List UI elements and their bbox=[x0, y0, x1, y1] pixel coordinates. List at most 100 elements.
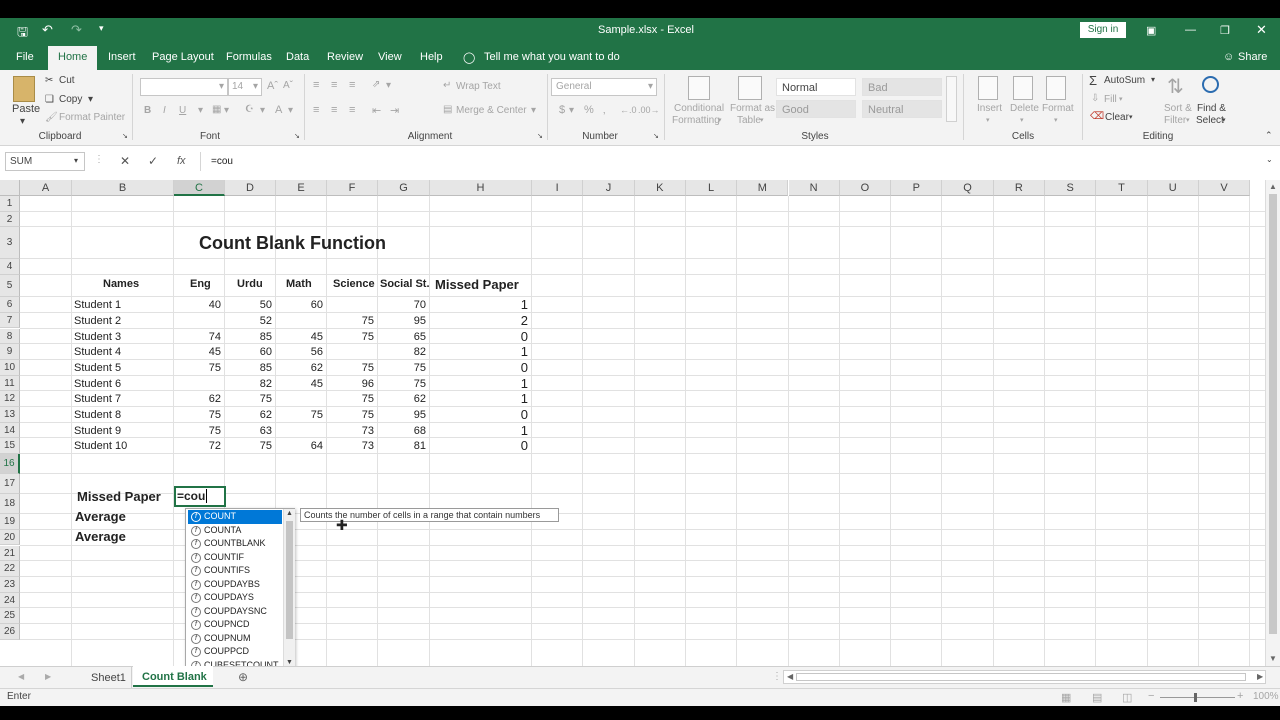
shrink-font-icon[interactable]: Aˇ bbox=[283, 80, 293, 91]
page-break-view-icon[interactable]: ◫ bbox=[1122, 691, 1132, 704]
autosum-icon[interactable]: Σ bbox=[1089, 73, 1097, 88]
row-header[interactable]: 8 bbox=[0, 328, 20, 345]
tab-formulas[interactable]: Formulas bbox=[226, 51, 272, 63]
format-cells-icon[interactable] bbox=[1046, 76, 1066, 100]
autocomplete-item[interactable]: f COUNTIF bbox=[188, 551, 282, 565]
underline-dropdown-icon[interactable]: ▾ bbox=[198, 105, 203, 116]
sort-dropdown-icon[interactable]: ▾ bbox=[1186, 116, 1190, 124]
column-header[interactable]: O bbox=[839, 180, 892, 196]
zoom-slider-thumb[interactable] bbox=[1194, 693, 1197, 702]
borders-dropdown-icon[interactable]: ▾ bbox=[224, 105, 229, 116]
insert-cells-button[interactable]: Insert bbox=[977, 103, 1002, 114]
column-header[interactable]: N bbox=[788, 180, 840, 196]
font-name-dropdown-icon[interactable]: ▾ bbox=[219, 81, 224, 92]
autosum-button[interactable]: AutoSum bbox=[1104, 75, 1145, 86]
format-cells-button[interactable]: Format bbox=[1042, 103, 1074, 114]
new-sheet-icon[interactable]: ⊕ bbox=[238, 670, 248, 684]
row-header[interactable]: 22 bbox=[0, 561, 20, 577]
font-launcher-icon[interactable]: ↘ bbox=[294, 132, 300, 140]
column-header[interactable]: T bbox=[1096, 180, 1148, 196]
copy-icon[interactable]: ❏ bbox=[45, 94, 54, 105]
zoom-slider[interactable] bbox=[1160, 697, 1235, 698]
row-header[interactable]: 16 bbox=[0, 454, 20, 475]
select-all-button[interactable] bbox=[0, 180, 20, 196]
bottom-align-icon[interactable]: ≡ bbox=[349, 79, 355, 91]
format-painter-button[interactable]: Format Painter bbox=[59, 112, 125, 123]
sign-in-button[interactable]: Sign in bbox=[1080, 22, 1126, 38]
number-format-dropdown-icon[interactable]: ▾ bbox=[648, 81, 653, 92]
style-good[interactable]: Good bbox=[776, 100, 856, 118]
column-header[interactable]: G bbox=[378, 180, 430, 196]
delete-cells-button[interactable]: Delete bbox=[1010, 103, 1039, 114]
paste-icon[interactable] bbox=[13, 76, 35, 102]
style-normal[interactable]: Normal bbox=[776, 78, 856, 96]
number-launcher-icon[interactable]: ↘ bbox=[653, 132, 659, 140]
clipboard-launcher-icon[interactable]: ↘ bbox=[122, 132, 128, 140]
autosum-dropdown-icon[interactable]: ▾ bbox=[1151, 75, 1155, 84]
orientation-dropdown-icon[interactable]: ▾ bbox=[386, 80, 391, 91]
italic-button[interactable]: I bbox=[163, 105, 166, 116]
customize-toolbar-icon[interactable]: ▾ bbox=[99, 23, 104, 34]
ribbon-display-icon[interactable]: ▣ bbox=[1146, 24, 1156, 37]
row-header[interactable]: 24 bbox=[0, 592, 20, 609]
scroll-up-icon[interactable]: ▲ bbox=[1269, 182, 1277, 191]
row-header[interactable]: 4 bbox=[0, 259, 20, 276]
format-as-label[interactable]: Format as bbox=[730, 103, 775, 114]
sort-filter-label[interactable]: Sort & bbox=[1164, 103, 1192, 114]
autocomplete-item[interactable]: f COUNTA bbox=[188, 524, 282, 538]
filter-label[interactable]: Filter bbox=[1164, 115, 1186, 126]
conditional-dropdown-icon[interactable]: ▾ bbox=[718, 116, 722, 124]
decrease-decimal-icon[interactable]: .00→ bbox=[638, 105, 660, 115]
font-size-dropdown-icon[interactable]: ▾ bbox=[253, 81, 258, 92]
row-header[interactable]: 11 bbox=[0, 375, 20, 392]
decrease-indent-icon[interactable]: ⇤ bbox=[372, 104, 381, 117]
fill-dropdown-icon[interactable]: ▾ bbox=[1119, 95, 1123, 103]
column-header[interactable]: I bbox=[532, 180, 584, 196]
autocomplete-item[interactable]: f COUPDAYSNC bbox=[188, 605, 282, 619]
style-bad[interactable]: Bad bbox=[862, 78, 942, 96]
conditional-formatting-icon[interactable] bbox=[688, 76, 710, 100]
function-autocomplete-list[interactable]: f COUNT f COUNTA f COUNTBLANK f COUNTIF f COUNTIF… bbox=[185, 508, 295, 671]
row-header[interactable]: 26 bbox=[0, 624, 20, 640]
middle-align-icon[interactable]: ≡ bbox=[331, 79, 337, 91]
column-header[interactable]: F bbox=[327, 180, 378, 196]
restore-icon[interactable]: ❐ bbox=[1220, 24, 1230, 37]
top-align-icon[interactable]: ≡ bbox=[313, 79, 319, 91]
row-header[interactable]: 5 bbox=[0, 275, 20, 298]
grow-font-icon[interactable]: Aˆ bbox=[267, 80, 278, 92]
column-header[interactable]: V bbox=[1198, 180, 1251, 196]
row-header[interactable]: 19 bbox=[0, 514, 20, 530]
expand-formula-icon[interactable]: ⌄ bbox=[1266, 155, 1273, 164]
formatting-label[interactable]: Formatting bbox=[672, 115, 720, 126]
column-header[interactable]: L bbox=[685, 180, 738, 196]
format-dropdown-icon[interactable]: ▾ bbox=[1054, 116, 1058, 124]
horizontal-scrollbar[interactable]: ◀ ▶ bbox=[783, 670, 1266, 684]
autocomplete-item[interactable]: f COUPDAYBS bbox=[188, 578, 282, 592]
scroll-right-icon[interactable]: ▶ bbox=[1257, 672, 1263, 681]
format-table-dropdown-icon[interactable]: ▾ bbox=[760, 116, 764, 124]
row-header[interactable]: 23 bbox=[0, 576, 20, 593]
comma-icon[interactable]: ‚ bbox=[603, 104, 605, 116]
autocomplete-scroll-thumb[interactable] bbox=[286, 521, 293, 639]
tab-home[interactable]: Home bbox=[48, 46, 98, 70]
row-header[interactable]: 12 bbox=[0, 391, 20, 407]
zoom-out-icon[interactable]: − bbox=[1148, 690, 1154, 702]
row-header[interactable]: 7 bbox=[0, 312, 20, 329]
clear-icon[interactable]: ⌫ bbox=[1090, 111, 1104, 122]
orientation-icon[interactable]: ⇗ bbox=[372, 79, 380, 90]
table-label[interactable]: Table bbox=[737, 115, 761, 126]
underline-button[interactable]: U bbox=[179, 105, 186, 116]
row-header[interactable]: 15 bbox=[0, 438, 20, 455]
fill-color-icon[interactable]: ☪ bbox=[245, 104, 254, 115]
column-header[interactable]: C bbox=[174, 180, 225, 196]
cancel-entry-icon[interactable]: ✕ bbox=[120, 154, 130, 168]
share-button[interactable]: Share bbox=[1238, 51, 1267, 63]
row-header[interactable]: 25 bbox=[0, 608, 20, 624]
tell-me-search[interactable]: Tell me what you want to do bbox=[484, 51, 620, 63]
merge-center-icon[interactable]: ▤ bbox=[443, 104, 452, 115]
formula-input[interactable] bbox=[200, 152, 1278, 171]
row-header[interactable]: 13 bbox=[0, 407, 20, 423]
cut-icon[interactable]: ✂ bbox=[45, 75, 53, 86]
paste-button[interactable]: Paste bbox=[12, 103, 40, 115]
vertical-scrollbar[interactable]: ▲ ▼ bbox=[1265, 180, 1280, 666]
